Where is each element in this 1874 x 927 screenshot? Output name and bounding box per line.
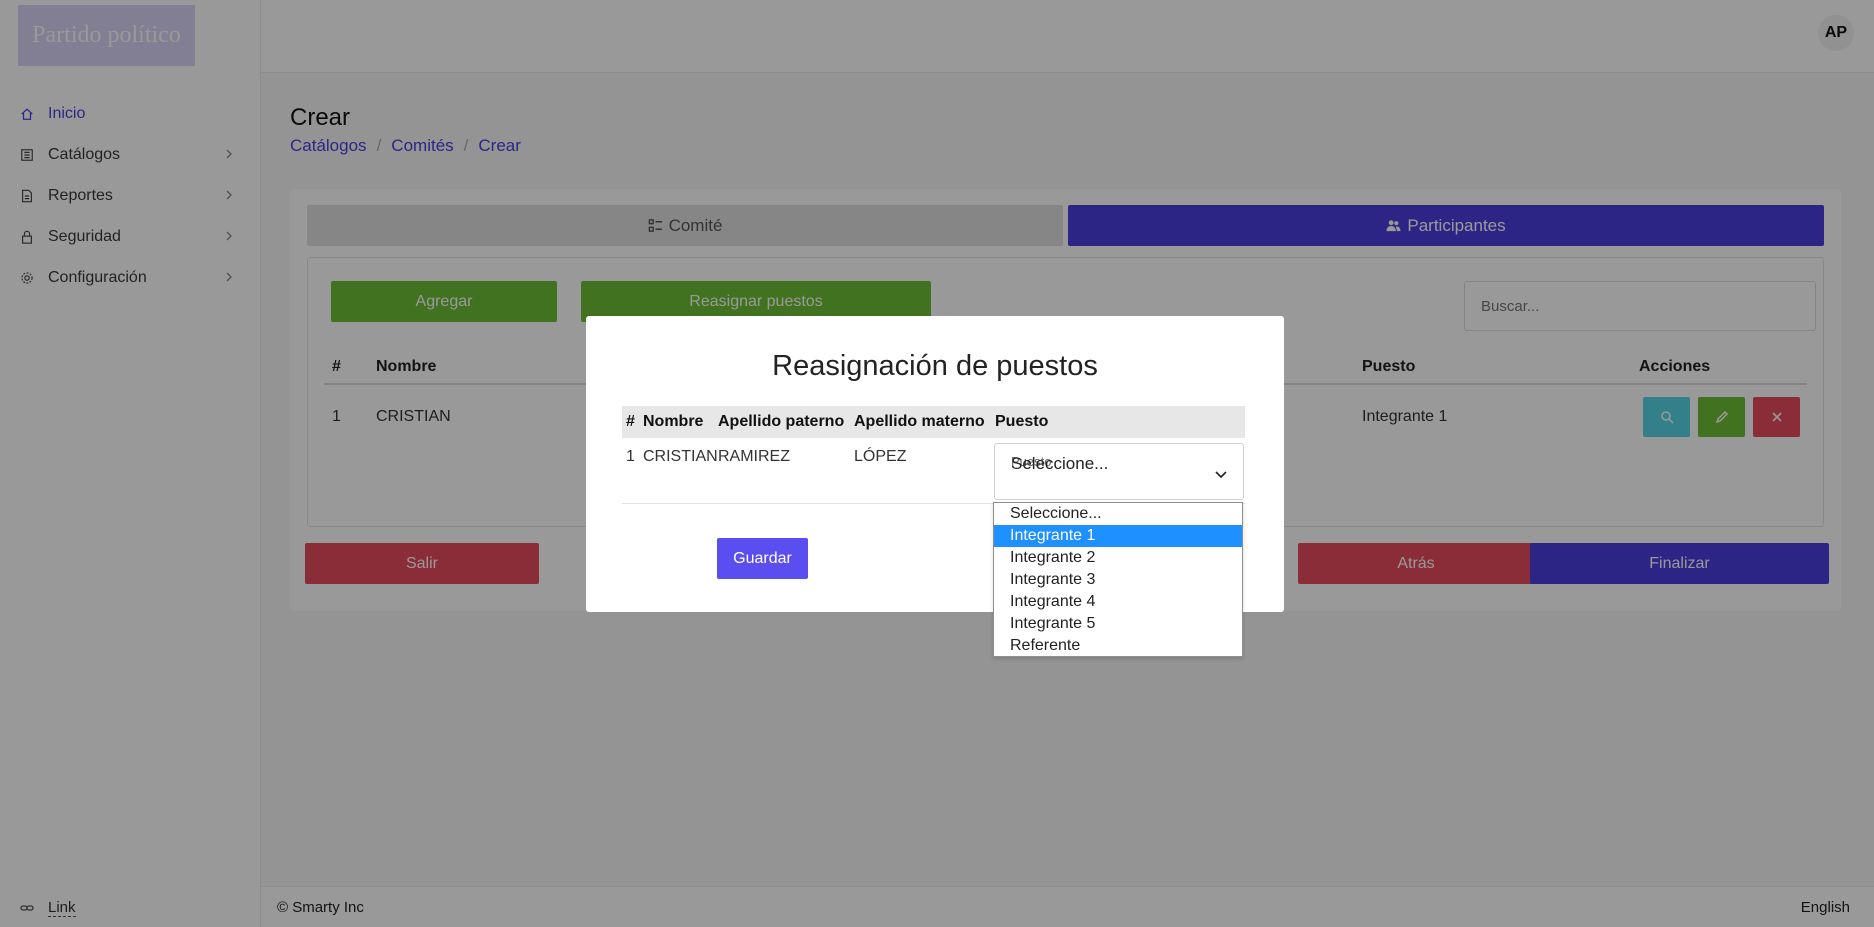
row-num: 1 <box>626 448 635 465</box>
puesto-select[interactable]: Puesto Seleccione... <box>994 443 1244 500</box>
dropdown-option[interactable]: Integrante 3 <box>994 569 1242 591</box>
header-num: # <box>626 413 635 430</box>
dropdown-option[interactable]: Integrante 5 <box>994 613 1242 635</box>
dropdown-option-highlighted[interactable]: Integrante 1 <box>994 525 1242 547</box>
dropdown-option[interactable]: Seleccione... <box>994 503 1242 525</box>
save-button[interactable]: Guardar <box>717 538 808 579</box>
table-row: 1 CRISTIAN RAMIREZ LÓPEZ Puesto Seleccio… <box>622 438 1245 504</box>
modal-title: Reasignación de puestos <box>772 350 1098 382</box>
header-paterno: Apellido paterno <box>718 413 845 430</box>
chevron-down-icon <box>1215 471 1227 479</box>
header-materno: Apellido materno <box>854 413 985 430</box>
puesto-dropdown-list: Seleccione... Integrante 1 Integrante 2 … <box>993 502 1243 657</box>
dropdown-option[interactable]: Integrante 2 <box>994 547 1242 569</box>
row-paterno: RAMIREZ <box>718 448 790 465</box>
header-puesto: Puesto <box>995 413 1049 430</box>
reassign-table: # Nombre Apellido paterno Apellido mater… <box>622 406 1245 504</box>
dropdown-option[interactable]: Referente <box>994 635 1242 657</box>
row-materno: LÓPEZ <box>854 448 907 465</box>
dropdown-option[interactable]: Integrante 4 <box>994 591 1242 613</box>
row-nombre: CRISTIAN <box>643 448 718 465</box>
header-nombre: Nombre <box>643 413 704 430</box>
table-header: # Nombre Apellido paterno Apellido mater… <box>622 406 1245 438</box>
select-value: Seleccione... <box>1011 454 1109 473</box>
